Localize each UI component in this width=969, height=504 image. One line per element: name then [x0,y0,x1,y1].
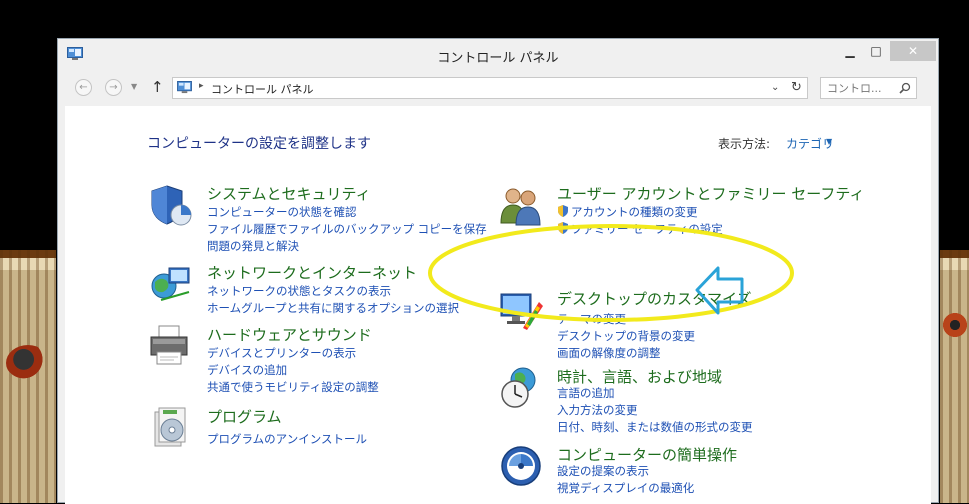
link-label[interactable]: ファミリー セーフティの設定 [571,222,723,236]
link-family-safety[interactable]: ファミリー セーフティの設定 [557,221,723,237]
search-box[interactable] [820,77,917,99]
link-uninstall-program[interactable]: プログラムのアンインストール [207,431,367,447]
navigation-bar: ← → ▼ ↑ ▸ コントロール パネル ⌄ ↻ [58,70,938,106]
recent-locations-dropdown[interactable]: ▼ [131,82,137,91]
programs-disc-icon[interactable] [149,406,193,450]
refresh-button[interactable]: ↻ [786,77,808,99]
search-icon[interactable] [899,82,911,94]
link-devices-printers[interactable]: デバイスとプリンターの表示 [207,345,356,361]
maximize-button[interactable]: □ [864,41,888,61]
link-add-device[interactable]: デバイスの追加 [207,362,287,378]
category-title[interactable]: システムとセキュリティ [207,183,371,204]
breadcrumb-control-panel[interactable]: コントロール パネル [211,81,314,97]
desktop-wallpaper-left [0,250,56,503]
link-change-desktop-background[interactable]: デスクトップの背景の変更 [557,328,695,344]
category-title[interactable]: 時計、言語、および地域 [557,366,722,387]
desktop-wallpaper-right [940,250,969,503]
printer-icon[interactable] [149,324,193,368]
category-title[interactable]: ユーザー アカウントとファミリー セーフティ [557,183,864,204]
chevron-down-icon[interactable]: ⌄ [771,82,779,93]
link-label[interactable]: アカウントの種類の変更 [571,205,698,219]
link-check-computer-status[interactable]: コンピューターの状態を確認 [207,204,357,220]
search-input[interactable] [821,78,901,98]
uac-shield-icon [558,205,568,217]
link-adjust-screen-resolution[interactable]: 画面の解像度の調整 [557,345,661,361]
window-title: コントロール パネル [437,51,559,66]
link-change-theme[interactable]: テーマの変更 [557,311,626,327]
link-network-status[interactable]: ネットワークの状態とタスクの表示 [207,283,391,299]
forward-button[interactable]: → [105,79,122,96]
control-panel-icon [177,81,192,94]
back-button[interactable]: ← [75,79,92,96]
users-icon[interactable] [499,183,543,227]
category-title[interactable]: ネットワークとインターネット [207,262,417,283]
link-date-time-number-format[interactable]: 日付、時刻、または数値の形式の変更 [557,419,753,435]
up-button[interactable]: ↑ [151,78,164,96]
view-by-label: 表示方法: [718,137,771,151]
network-globe-icon[interactable] [149,262,193,306]
close-button[interactable]: ✕ [890,41,936,61]
link-homegroup-sharing[interactable]: ホームグループと共有に関するオプションの選択 [207,300,459,316]
link-troubleshoot[interactable]: 問題の発見と解決 [207,238,299,254]
clock-globe-icon[interactable] [499,366,543,410]
category-title[interactable]: コンピューターの簡単操作 [557,444,737,465]
page-title: コンピューターの設定を調整します [147,136,371,152]
link-get-recommendations[interactable]: 設定の提案の表示 [557,463,649,479]
uac-shield-icon [558,222,568,234]
link-file-history-backup[interactable]: ファイル履歴でファイルのバックアップ コピーを保存 [207,221,487,237]
content-area: コンピューターの設定を調整します 表示方法: カテゴリ ▼ システムとセキュリテ… [65,106,931,504]
system-security-shield-icon[interactable] [149,183,193,227]
link-change-account-type[interactable]: アカウントの種類の変更 [557,204,698,220]
category-title[interactable]: プログラム [207,406,282,427]
link-change-input-method[interactable]: 入力方法の変更 [557,402,638,418]
minimize-button[interactable]: ▁ [838,41,862,61]
desktop-monitor-palette-icon[interactable] [499,288,543,332]
view-by-caret-icon[interactable]: ▼ [826,137,832,146]
link-add-language[interactable]: 言語の追加 [557,385,615,401]
category-title[interactable]: デスクトップのカスタマイズ [557,288,752,309]
control-panel-window: コントロール パネル ▁ □ ✕ ← → ▼ ↑ ▸ コントロール パネル ⌄ … [57,38,939,504]
address-bar[interactable]: ▸ コントロール パネル ⌄ [172,77,808,99]
ease-of-access-icon[interactable] [499,444,543,488]
title-bar[interactable]: コントロール パネル ▁ □ ✕ [58,39,938,70]
breadcrumb-separator-icon[interactable]: ▸ [199,81,204,91]
category-title[interactable]: ハードウェアとサウンド [207,324,372,345]
link-optimize-visual-display[interactable]: 視覚ディスプレイの最適化 [557,480,694,496]
link-mobility-settings[interactable]: 共通で使うモビリティ設定の調整 [207,379,379,395]
